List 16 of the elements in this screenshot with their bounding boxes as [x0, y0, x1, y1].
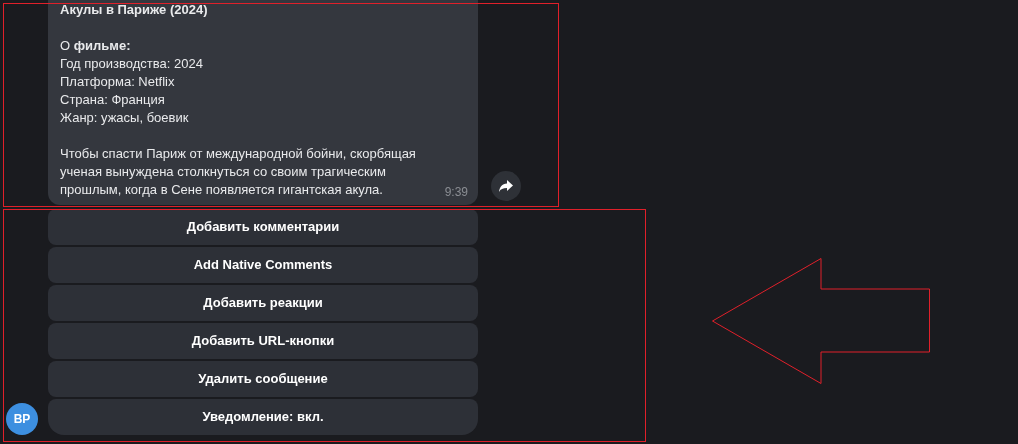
share-arrow-icon [499, 180, 513, 192]
message-time: 9:39 [444, 184, 468, 201]
inline-button[interactable]: Добавить реакции [48, 285, 478, 321]
detail-line: Год производства: 2024 [60, 55, 204, 73]
detail-line: Платформа: Netflix [60, 73, 176, 91]
description-text: Чтобы спасти Париж от международной бойни, скорбящая ученая вынуждена столкнуться со своим трагическим прошлым, когда в Сене появляется гигантская акула. [60, 145, 417, 199]
detail-line: Жанр: ужасы, боевик [60, 109, 190, 127]
detail-line: Страна: Франция [60, 91, 166, 109]
inline-button[interactable]: Add Native Comments [48, 247, 478, 283]
detail-line: О фильме: [60, 37, 132, 55]
forward-button[interactable] [491, 171, 521, 201]
inline-button[interactable]: Добавить комментарии [48, 209, 478, 245]
inline-button[interactable]: Уведомление: вкл. [48, 399, 478, 435]
message-title: Акулы в Париже (2024) [60, 1, 209, 19]
inline-button[interactable]: Добавить URL-кнопки [48, 323, 478, 359]
inline-button[interactable]: Удалить сообщение [48, 361, 478, 397]
